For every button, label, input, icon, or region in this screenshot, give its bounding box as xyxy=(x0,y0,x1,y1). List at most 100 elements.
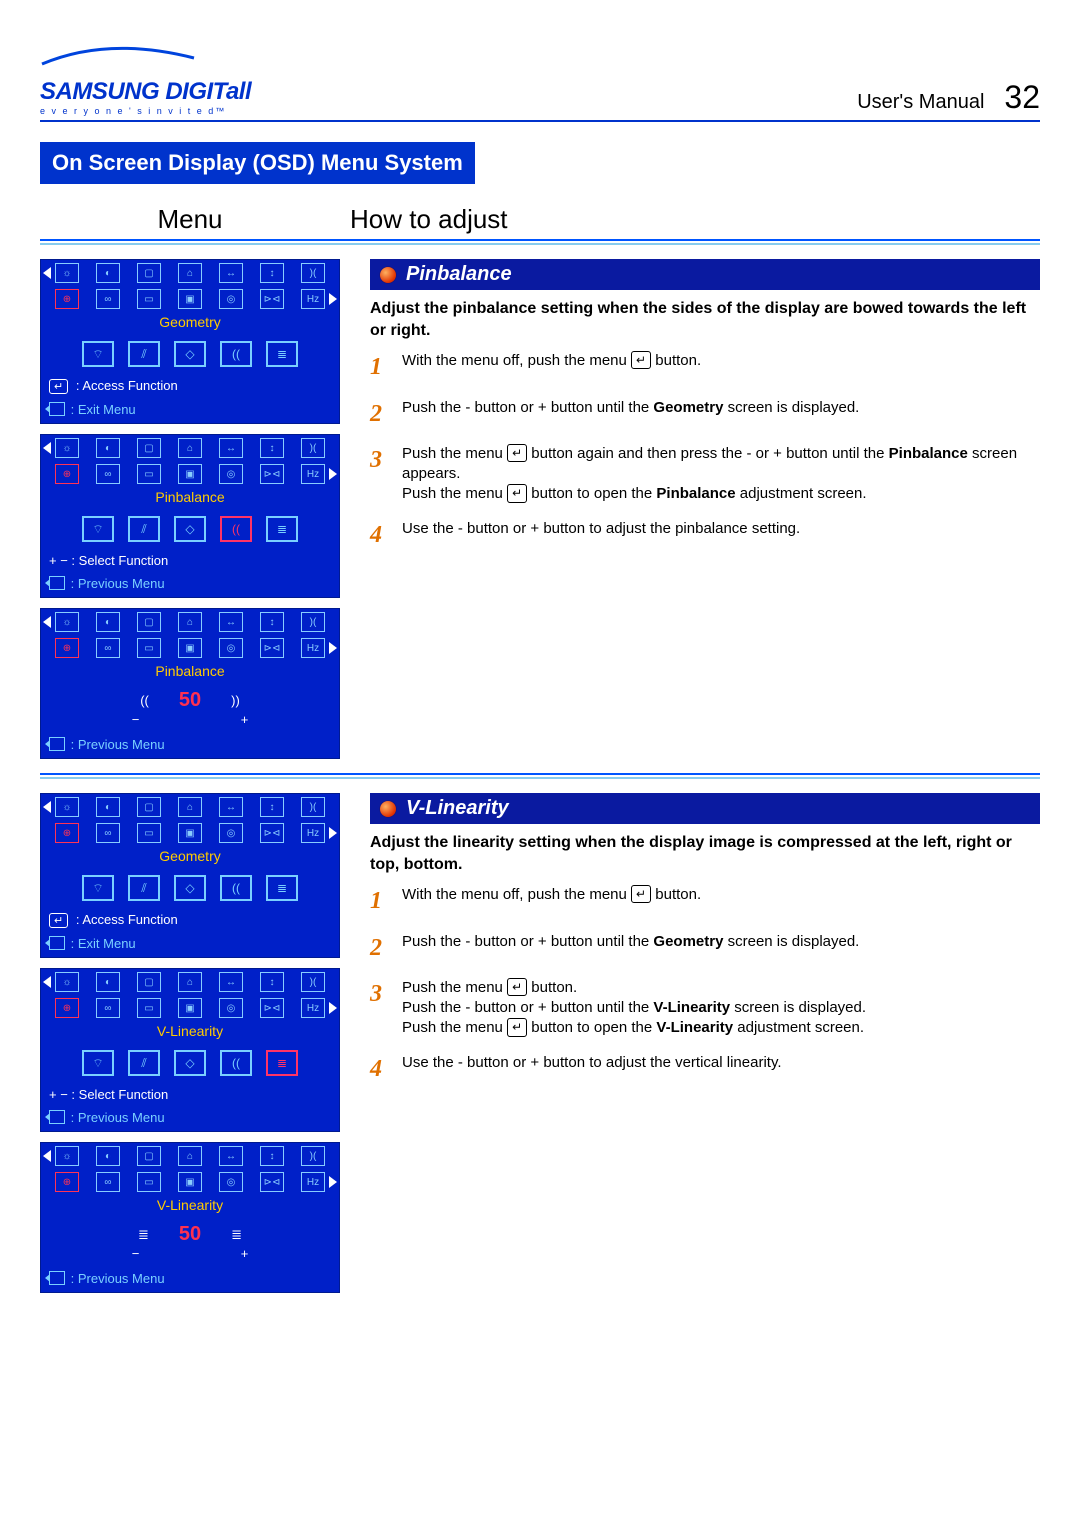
osd-menu-icon: ⊕ xyxy=(55,289,79,309)
minus-label: − xyxy=(132,712,140,727)
topic-title: Pinbalance xyxy=(406,263,512,286)
minus-label: − xyxy=(132,1246,140,1261)
osd-title: Pinbalance xyxy=(41,661,339,681)
osd-hint-prev: : Previous Menu xyxy=(41,1106,339,1131)
osd-title: V-Linearity xyxy=(41,1021,339,1041)
osd-menu-icon: ◐ xyxy=(96,438,120,458)
osd-menu-icon: ◎ xyxy=(219,464,243,484)
instructions-vlinearity: V-Linearity Adjust the linearity setting… xyxy=(370,793,1040,1293)
osd-menu-icon: )( xyxy=(301,797,325,817)
osd-hint-prev: : Previous Menu xyxy=(41,572,339,597)
step-text: Push the - button or + button until the … xyxy=(402,398,859,430)
osd-menu-icon: Hz xyxy=(301,464,325,484)
step-item: 2 Push the - button or + button until the… xyxy=(370,932,1040,964)
osd-menu-icon: ▣ xyxy=(178,638,202,658)
step-item: 1With the menu off, push the menu ↵ butt… xyxy=(370,351,1040,383)
step-item: 4Use the - button or + button to adjust … xyxy=(370,1053,1040,1085)
osd-hint-select: + − : Select Function xyxy=(41,1083,339,1106)
step-number: 1 xyxy=(370,885,392,917)
osd-menu-icon: ◐ xyxy=(96,263,120,283)
nav-right-icon xyxy=(329,1002,337,1014)
step-item: 2Push the - button or + button until the… xyxy=(370,398,1040,430)
osd-body-icons: ⌔⫽◇((≣ xyxy=(41,507,339,549)
osd-menu-icon: ∞ xyxy=(96,823,120,843)
osd-menu-icon: ▭ xyxy=(137,464,161,484)
osd-menu-icon: ◎ xyxy=(219,1172,243,1192)
plus-label: + xyxy=(241,1246,249,1261)
exit-icon xyxy=(49,1110,65,1124)
section-divider xyxy=(40,773,1040,779)
osd-menu-icon: ◐ xyxy=(96,797,120,817)
enter-icon: ↵ xyxy=(49,379,68,394)
step-item: 3Push the menu ↵ button.Push the - butto… xyxy=(370,978,1040,1039)
osd-menu-icon: ∞ xyxy=(96,1172,120,1192)
osd-option-icon: (( xyxy=(220,875,252,901)
osd-menu-icon: ☼ xyxy=(55,797,79,817)
osd-menu-icon: ⊳⊲ xyxy=(260,823,284,843)
osd-body-icons: ⌔⫽◇((≣ xyxy=(41,866,339,908)
osd-menu-icon: ⌂ xyxy=(178,263,202,283)
osd-menu-icon: ↕ xyxy=(260,972,284,992)
osd-title: V-Linearity xyxy=(41,1195,339,1215)
osd-option-icon: ≣ xyxy=(266,341,298,367)
nav-left-icon xyxy=(43,976,51,988)
osd-option-icon: ⫽ xyxy=(128,516,160,542)
osd-menu-icon: ▢ xyxy=(137,1146,161,1166)
osd-menu-icon: ↕ xyxy=(260,1146,284,1166)
osd-menu-icon: )( xyxy=(301,438,325,458)
osd-menu-icon: ☼ xyxy=(55,1146,79,1166)
osd-menu-icon: ⊳⊲ xyxy=(260,289,284,309)
exit-icon xyxy=(49,737,65,751)
osd-menu-icon: ⊳⊲ xyxy=(260,464,284,484)
pinbalance-left-icon: (( xyxy=(140,693,149,708)
steps-list: 1With the menu off, push the menu ↵ butt… xyxy=(370,885,1040,1085)
osd-title: Geometry xyxy=(41,312,339,332)
osd-option-icon: (( xyxy=(220,341,252,367)
page-header: SAMSUNG DIGITall e v e r y o n e ' s i n… xyxy=(40,60,1040,122)
osd-option-icon: ≣ xyxy=(266,516,298,542)
osd-menu-icon: ⊳⊲ xyxy=(260,1172,284,1192)
osd-top-iconrow2: ⊕∞▭▣◎⊳⊲Hz xyxy=(41,286,339,312)
osd-menu-icon: ⊕ xyxy=(55,638,79,658)
enter-icon: ↵ xyxy=(507,1018,527,1036)
osd-vlinearity-select: ☼◐▢⌂↔↕)( ⊕∞▭▣◎⊳⊲Hz V-Linearity ⌔⫽◇((≣ + … xyxy=(40,968,340,1132)
enter-icon: ↵ xyxy=(631,885,651,903)
osd-menu-icon: )( xyxy=(301,1146,325,1166)
step-text: Push the menu ↵ button.Push the - button… xyxy=(402,978,866,1039)
osd-menu-icon: Hz xyxy=(301,289,325,309)
osd-body-icons: ⌔⫽◇((≣ xyxy=(41,332,339,374)
osd-menu-icon: ☼ xyxy=(55,263,79,283)
osd-hint-select: + − : Select Function xyxy=(41,549,339,572)
step-item: 1With the menu off, push the menu ↵ butt… xyxy=(370,885,1040,917)
instructions-pinbalance: Pinbalance Adjust the pinbalance setting… xyxy=(370,259,1040,759)
pinbalance-right-icon: )) xyxy=(231,693,240,708)
osd-option-icon: ⌔ xyxy=(82,1050,114,1076)
topic-title-bar: V-Linearity xyxy=(370,793,1040,824)
step-text: Push the - button or + button until the … xyxy=(402,932,859,964)
step-item: 4Use the - button or + button to adjust … xyxy=(370,519,1040,551)
nav-left-icon xyxy=(43,267,51,279)
osd-menu-icon: ◐ xyxy=(96,1146,120,1166)
osd-menu-icon: ◐ xyxy=(96,612,120,632)
osd-geometry-overview: ☼◐▢⌂↔↕)( ⊕∞▭▣◎⊳⊲Hz Geometry ⌔⫽◇((≣ ↵ : A… xyxy=(40,793,340,958)
page-number: 32 xyxy=(1004,79,1040,116)
adjust-value: 50 xyxy=(179,1223,201,1246)
osd-option-icon: (( xyxy=(220,516,252,542)
osd-hint-exit: : Exit Menu xyxy=(41,932,339,957)
osd-menu-icon: ⌂ xyxy=(178,612,202,632)
doc-type-label: User's Manual xyxy=(857,91,984,114)
osd-menu-icon: )( xyxy=(301,972,325,992)
osd-menu-icon: ◎ xyxy=(219,823,243,843)
osd-menu-icon: ▭ xyxy=(137,289,161,309)
step-number: 2 xyxy=(370,932,392,964)
osd-menu-icon: Hz xyxy=(301,823,325,843)
section-title: On Screen Display (OSD) Menu System xyxy=(40,142,475,184)
osd-menu-icon: ▢ xyxy=(137,438,161,458)
steps-list: 1With the menu off, push the menu ↵ butt… xyxy=(370,351,1040,551)
osd-menu-icon: ⊕ xyxy=(55,464,79,484)
osd-menu-icon: )( xyxy=(301,612,325,632)
step-number: 1 xyxy=(370,351,392,383)
enter-icon: ↵ xyxy=(507,444,527,462)
osd-menu-icon: ↔ xyxy=(219,612,243,632)
osd-option-icon: ◇ xyxy=(174,875,206,901)
